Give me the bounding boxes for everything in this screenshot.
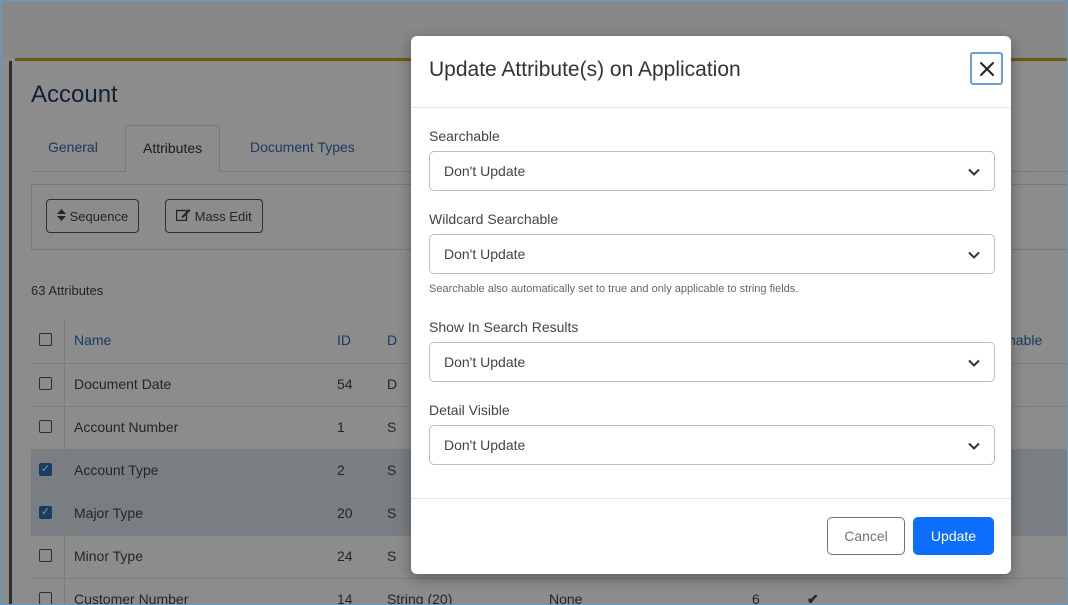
chevron-down-icon <box>968 442 980 450</box>
cancel-button[interactable]: Cancel <box>827 517 905 555</box>
help-text: Searchable also automatically set to tru… <box>429 283 799 295</box>
close-button[interactable] <box>970 52 1003 85</box>
app-window: Account General Attributes Document Type… <box>0 0 1068 605</box>
modal-title: Update Attribute(s) on Application <box>429 58 741 81</box>
searchable-value: Don't Update <box>444 163 526 179</box>
chevron-down-icon <box>968 168 980 176</box>
chevron-down-icon <box>968 251 980 259</box>
close-icon <box>979 61 994 76</box>
update-button[interactable]: Update <box>913 517 994 555</box>
detail-visible-select[interactable]: Don't Update <box>429 425 995 465</box>
searchable-label: Searchable <box>429 128 500 144</box>
detail-visible-label: Detail Visible <box>429 402 510 418</box>
show-in-search-results-select[interactable]: Don't Update <box>429 342 995 382</box>
show-in-search-results-label: Show In Search Results <box>429 319 579 335</box>
wildcard-searchable-value: Don't Update <box>444 246 526 262</box>
chevron-down-icon <box>968 359 980 367</box>
wildcard-searchable-label: Wildcard Searchable <box>429 211 559 227</box>
modal-header: Update Attribute(s) on Application <box>411 36 1011 108</box>
wildcard-searchable-select[interactable]: Don't Update <box>429 234 995 274</box>
update-attributes-modal: Update Attribute(s) on Application Searc… <box>411 36 1011 574</box>
modal-footer: Cancel Update <box>411 498 1011 574</box>
searchable-select[interactable]: Don't Update <box>429 151 995 191</box>
show-in-search-results-value: Don't Update <box>444 354 526 370</box>
detail-visible-value: Don't Update <box>444 437 526 453</box>
